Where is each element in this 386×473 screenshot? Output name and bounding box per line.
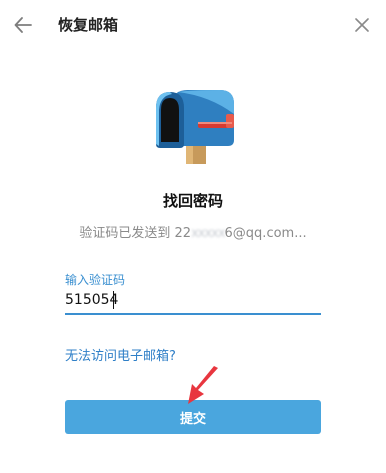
cannot-access-email-link[interactable]: 无法访问电子邮箱?	[65, 345, 176, 364]
text-cursor	[113, 291, 114, 309]
masked-email: xxxxx	[191, 226, 225, 241]
email-suffix: 6@qq.com...	[224, 226, 307, 241]
back-button[interactable]	[10, 12, 36, 38]
code-field-label: 输入验证码	[65, 273, 126, 287]
code-sent-message: 验证码已发送到 22xxxxx6@qq.com...	[0, 222, 386, 241]
submit-button[interactable]: 提交	[65, 400, 321, 434]
sent-prefix: 验证码已发送到 22	[79, 226, 192, 241]
verification-code-input[interactable]	[65, 287, 321, 315]
close-icon	[355, 18, 369, 32]
arrow-left-icon	[14, 17, 32, 33]
close-button[interactable]	[349, 12, 375, 38]
page-heading: 找回密码	[162, 192, 223, 210]
recover-email-dialog: 恢复邮箱 找回密码 验证码已发送到 22xxxxx6@qq.com... 输入验…	[0, 0, 386, 473]
dialog-title: 恢复邮箱	[58, 16, 119, 34]
dialog-header: 恢复邮箱	[0, 0, 386, 50]
mailbox-icon	[156, 90, 234, 164]
